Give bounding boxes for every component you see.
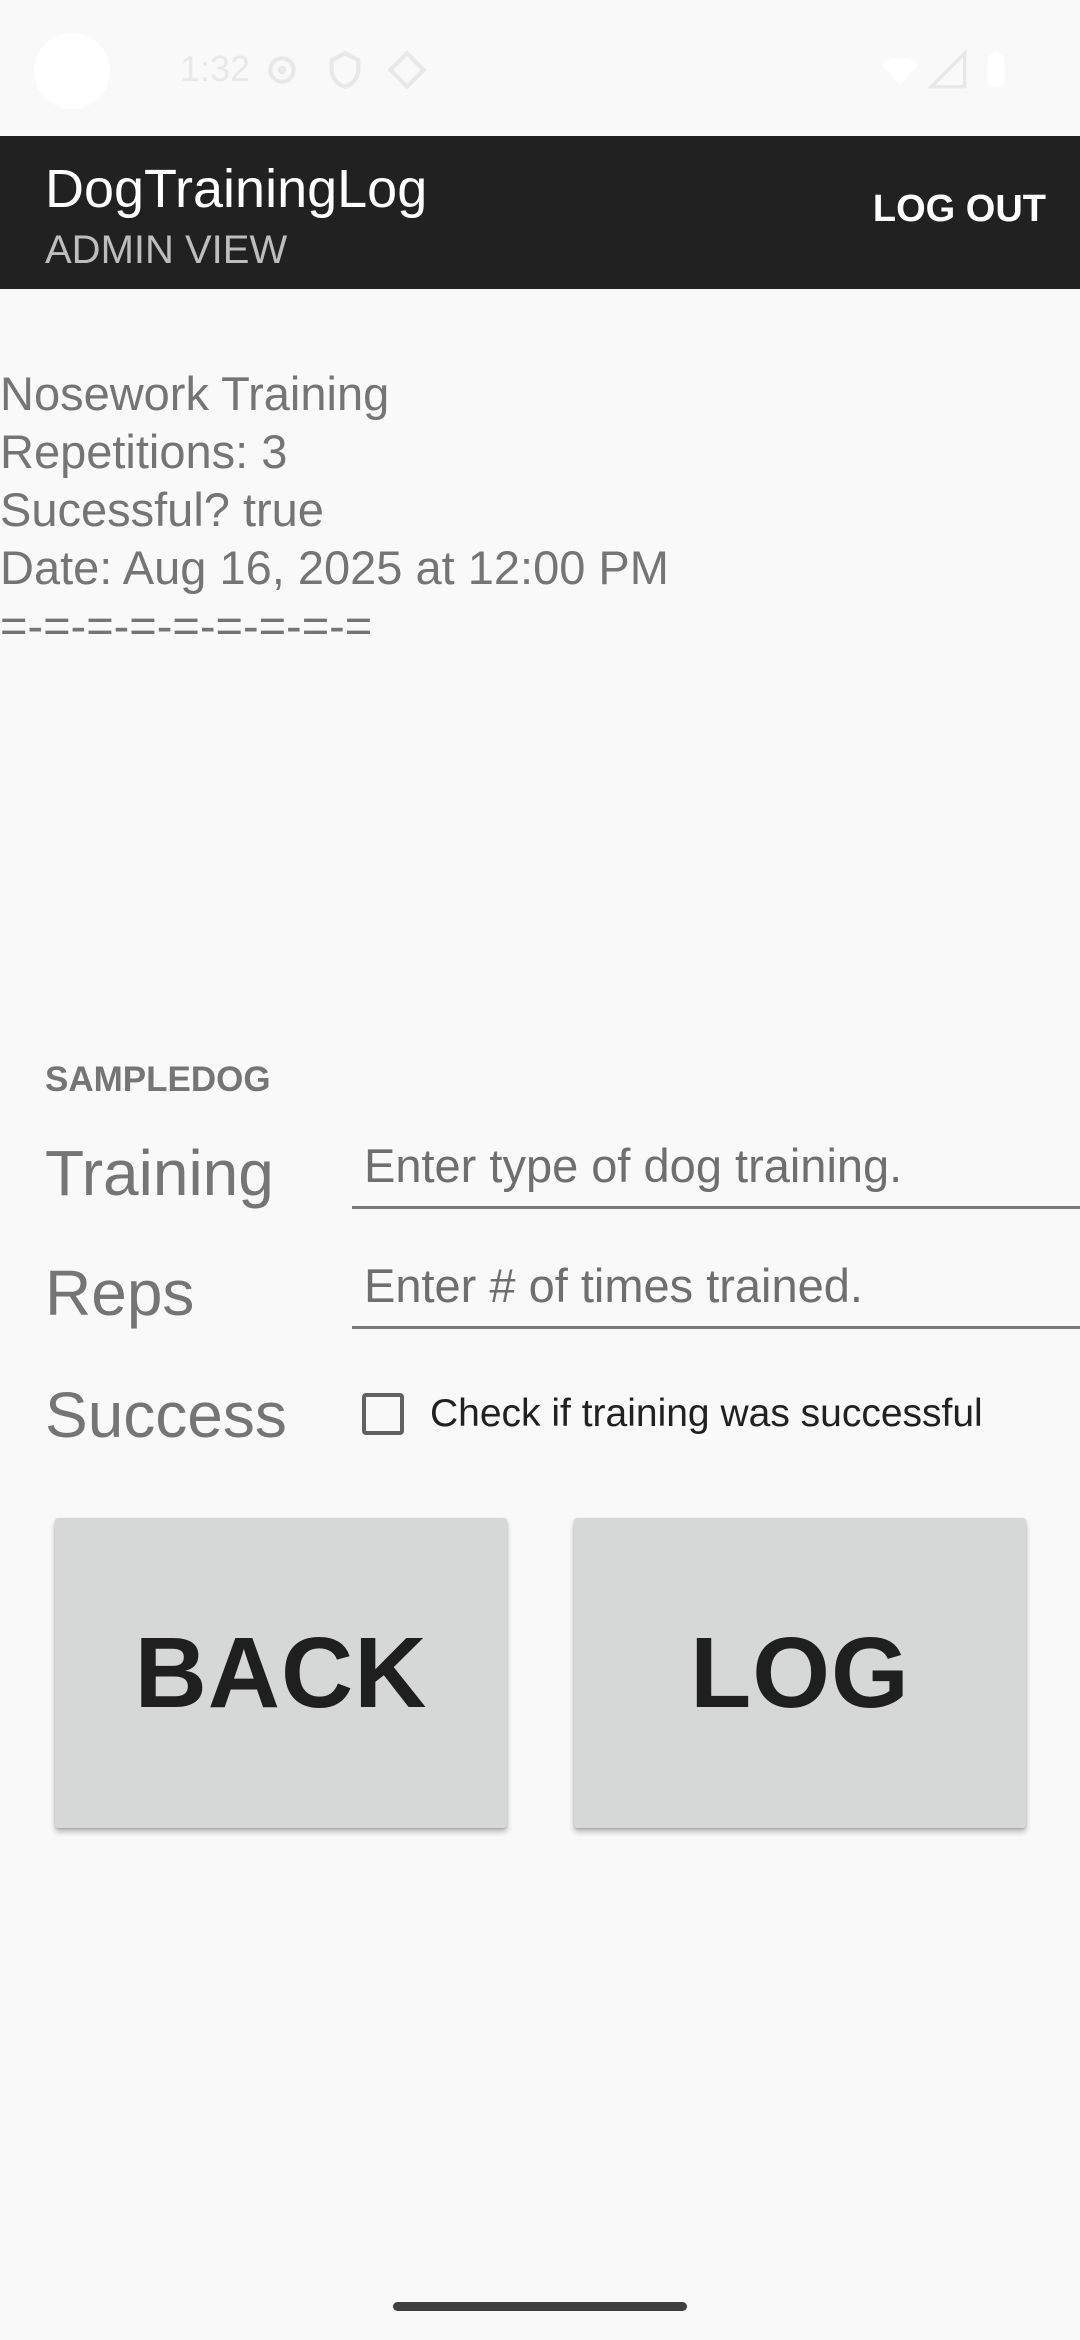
success-label: Success xyxy=(45,1379,287,1451)
diamond-icon xyxy=(387,50,427,90)
app-subtitle: ADMIN VIEW xyxy=(45,228,288,272)
status-time: 1:32 xyxy=(180,48,251,89)
logout-button[interactable]: LOG OUT xyxy=(873,188,1046,231)
reps-input[interactable] xyxy=(352,1245,1080,1329)
log-button[interactable]: LOG xyxy=(574,1518,1026,1828)
training-label: Training xyxy=(45,1137,274,1209)
battery-icon xyxy=(976,50,1016,90)
vpn-shield-icon xyxy=(325,50,365,90)
training-log-list: Nosework Training Repetitions: 3 Sucessf… xyxy=(0,365,1080,655)
dog-name-label: SAMPLEDOG xyxy=(45,1060,271,1099)
camera-cutout xyxy=(34,33,110,109)
signal-icon xyxy=(927,49,968,90)
training-input[interactable] xyxy=(352,1125,1080,1209)
screen: 1:32 DogTrainingLog ADMIN VIEW LOG OUT N… xyxy=(0,0,1080,2340)
wifi-icon xyxy=(880,50,920,90)
status-bar: 1:32 xyxy=(0,0,1080,136)
log-entry-separator: =-=-=-=-=-=-=-=-= xyxy=(0,599,373,652)
back-button[interactable]: BACK xyxy=(55,1518,507,1828)
log-entry-successful: Sucessful? true xyxy=(0,483,324,536)
settings-icon xyxy=(262,50,302,90)
app-title: DogTrainingLog xyxy=(45,159,428,219)
reps-label: Reps xyxy=(45,1257,195,1329)
success-checkbox-label[interactable]: Check if training was successful xyxy=(430,1392,983,1436)
gesture-nav-bar[interactable] xyxy=(393,2302,687,2311)
log-entry-date: Date: Aug 16, 2025 at 12:00 PM xyxy=(0,541,669,594)
app-bar: DogTrainingLog ADMIN VIEW LOG OUT xyxy=(0,136,1080,289)
log-entry-repetitions: Repetitions: 3 xyxy=(0,425,288,478)
log-entry-training: Nosework Training xyxy=(0,367,390,420)
success-checkbox[interactable] xyxy=(362,1393,404,1435)
